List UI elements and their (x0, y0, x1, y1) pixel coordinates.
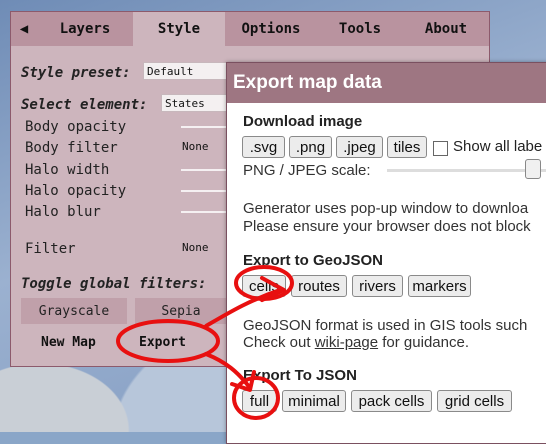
red-annotation-overlay (116, 265, 294, 420)
full-circle-annotation (232, 376, 280, 420)
export-circle-annotation (116, 319, 220, 363)
